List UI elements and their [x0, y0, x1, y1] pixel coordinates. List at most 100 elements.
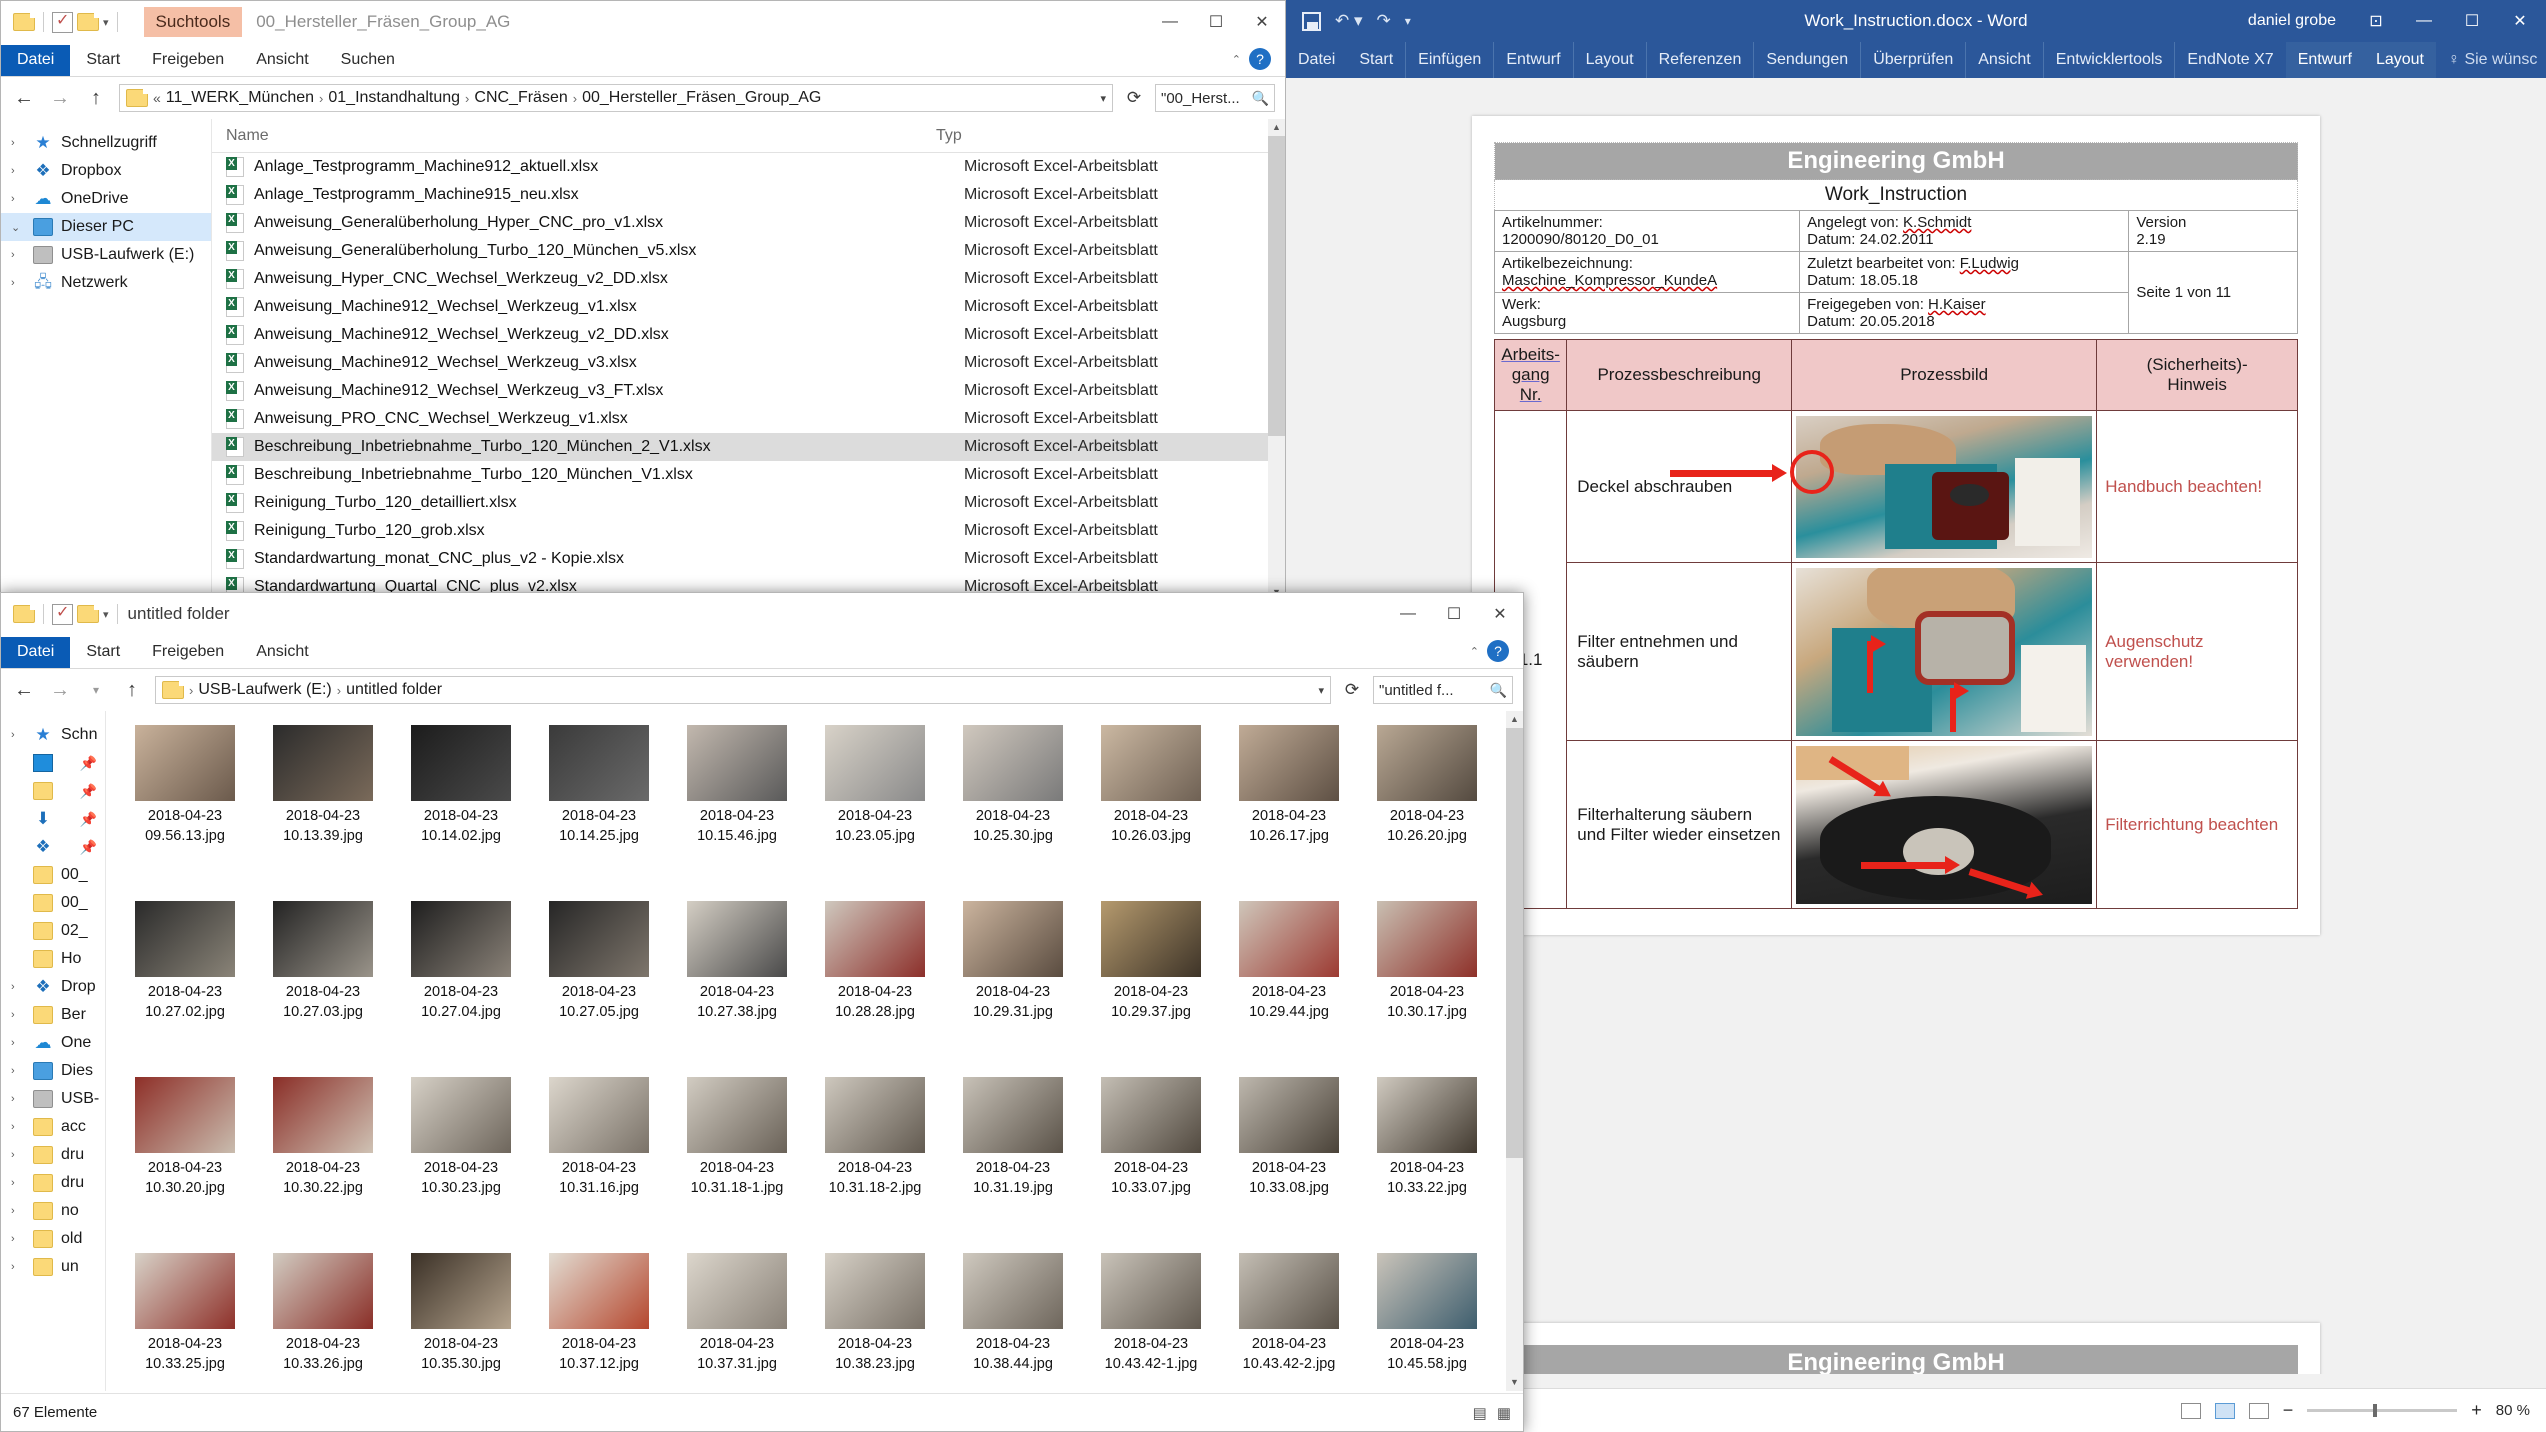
chevron-right-icon[interactable]: ›: [11, 249, 25, 261]
table-row[interactable]: Anweisung_Hyper_CNC_Wechsel_Werkzeug_v2_…: [212, 265, 1285, 293]
chevron-right-icon[interactable]: ›: [11, 1037, 25, 1049]
word-titlebar[interactable]: ↶ ▾ ↷ ▾ Work_Instruction.docx - Word dan…: [1286, 0, 2546, 42]
table-row[interactable]: Anweisung_Machine912_Wechsel_Werkzeug_v2…: [212, 321, 1285, 349]
sidebar-item-acc[interactable]: ›acc: [1, 1113, 105, 1141]
table-row[interactable]: Anweisung_Machine912_Wechsel_Werkzeug_v3…: [212, 349, 1285, 377]
sidebar-item-dropbox[interactable]: ›❖Dropbox: [1, 157, 211, 185]
process-image-cell[interactable]: [1792, 411, 2097, 563]
chevron-right-icon[interactable]: ›: [11, 165, 25, 177]
explorer1-ribbon-help[interactable]: ⌃ ?: [1232, 48, 1271, 70]
list-item[interactable]: 2018-04-2310.43.42-2.jpg: [1220, 1253, 1358, 1391]
chevron-right-icon[interactable]: ›: [11, 981, 25, 993]
list-item[interactable]: 2018-04-2310.26.03.jpg: [1082, 725, 1220, 901]
table-row[interactable]: Beschreibung_Inbetriebnahme_Turbo_120_Mü…: [212, 461, 1285, 489]
sidebar-item-pinned-2[interactable]: 📌: [1, 777, 105, 805]
explorer-window-thumbnails[interactable]: ▾ untitled folder — ☐ ✕ Datei Start Frei…: [0, 592, 1524, 1432]
pin-icon[interactable]: 📌: [80, 839, 97, 856]
list-item[interactable]: 2018-04-2310.14.02.jpg: [392, 725, 530, 901]
new-folder-icon[interactable]: [77, 13, 99, 31]
list-item[interactable]: 2018-04-2310.29.37.jpg: [1082, 901, 1220, 1077]
search-icon[interactable]: 🔍: [1252, 90, 1269, 107]
chevron-right-icon[interactable]: ⌄: [11, 221, 25, 234]
table-row[interactable]: 1.1 Deckel abschrauben: [1495, 411, 2298, 563]
table-row[interactable]: Anweisung_Machine912_Wechsel_Werkzeug_v1…: [212, 293, 1285, 321]
tab-datei[interactable]: Datei: [1, 45, 70, 76]
scroll-down-icon[interactable]: ▼: [1506, 1374, 1523, 1391]
sidebar-item-00-[interactable]: 00_: [1, 861, 105, 889]
sidebar-item-pinned-4[interactable]: ❖📌: [1, 833, 105, 861]
zoom-level[interactable]: 80 %: [2496, 1402, 2530, 1419]
breadcrumb-item-1[interactable]: untitled folder: [346, 681, 442, 699]
list-item[interactable]: 2018-04-2310.30.20.jpg: [116, 1077, 254, 1253]
chevron-right-icon[interactable]: ›: [11, 1149, 25, 1161]
undo-icon[interactable]: ↶ ▾: [1335, 11, 1363, 31]
search-tools-context-tab[interactable]: Suchtools: [144, 7, 243, 37]
sidebar-item-00-[interactable]: 00_: [1, 889, 105, 917]
explorer2-file-pane[interactable]: 2018-04-2309.56.13.jpg2018-04-2310.13.39…: [105, 711, 1523, 1391]
list-item[interactable]: 2018-04-2310.33.22.jpg: [1358, 1077, 1496, 1253]
tab-start[interactable]: Start: [70, 45, 136, 76]
minimize-button[interactable]: —: [1385, 593, 1431, 635]
file-list[interactable]: Anlage_Testprogramm_Machine912_aktuell.x…: [212, 153, 1285, 601]
list-item[interactable]: 2018-04-2310.43.42-1.jpg: [1082, 1253, 1220, 1391]
tab-layout-context[interactable]: Layout: [2364, 42, 2436, 78]
print-layout-icon[interactable]: [2215, 1403, 2235, 1419]
table-row[interactable]: Filterhalterung säubern und Filter wiede…: [1495, 741, 2298, 909]
back-button[interactable]: ←: [11, 87, 37, 110]
account-name[interactable]: daniel grobe: [2248, 12, 2336, 30]
list-item[interactable]: 2018-04-2310.13.39.jpg: [254, 725, 392, 901]
table-row[interactable]: Reinigung_Turbo_120_grob.xlsxMicrosoft E…: [212, 517, 1285, 545]
column-header-name[interactable]: Name: [212, 127, 936, 145]
sidebar-item-no[interactable]: ›no: [1, 1197, 105, 1225]
scrollbar-thumb[interactable]: [1506, 728, 1523, 1158]
chevron-right-icon[interactable]: ›: [11, 1009, 25, 1021]
breadcrumb[interactable]: › USB-Laufwerk (E:) › untitled folder ▾: [155, 676, 1331, 704]
customize-qat-icon[interactable]: ▾: [1405, 14, 1411, 28]
list-item[interactable]: 2018-04-2310.33.26.jpg: [254, 1253, 392, 1391]
checkbox-icon[interactable]: [52, 604, 73, 625]
chevron-right-icon[interactable]: ›: [11, 1233, 25, 1245]
explorer-window-primary[interactable]: ▾ Suchtools 00_Hersteller_Fräsen_Group_A…: [0, 0, 1286, 600]
list-item[interactable]: 2018-04-2310.33.08.jpg: [1220, 1077, 1358, 1253]
table-row[interactable]: Anlage_Testprogramm_Machine912_aktuell.x…: [212, 153, 1285, 181]
explorer1-file-pane[interactable]: Name Typ Anlage_Testprogramm_Machine912_…: [211, 119, 1285, 601]
chevron-right-icon[interactable]: ›: [11, 193, 25, 205]
table-row[interactable]: Reinigung_Turbo_120_detailliert.xlsxMicr…: [212, 489, 1285, 517]
tab-suchen[interactable]: Suchen: [325, 45, 411, 76]
refresh-icon[interactable]: ⟳: [1123, 88, 1145, 108]
list-item[interactable]: 2018-04-2310.28.28.jpg: [806, 901, 944, 1077]
pin-icon[interactable]: 📌: [80, 755, 97, 772]
list-item[interactable]: 2018-04-2310.25.30.jpg: [944, 725, 1082, 901]
tab-datei[interactable]: Datei: [1, 637, 70, 668]
checkbox-icon[interactable]: [52, 12, 73, 33]
chevron-right-icon[interactable]: ›: [11, 1065, 25, 1077]
chevron-right-icon[interactable]: ›: [11, 137, 25, 149]
list-item[interactable]: 2018-04-2310.14.25.jpg: [530, 725, 668, 901]
column-headers[interactable]: Name Typ: [212, 119, 1285, 153]
list-item[interactable]: 2018-04-2310.29.44.jpg: [1220, 901, 1358, 1077]
table-row[interactable]: Beschreibung_Inbetriebnahme_Turbo_120_Mü…: [212, 433, 1285, 461]
list-item[interactable]: 2018-04-2310.38.23.jpg: [806, 1253, 944, 1391]
list-item[interactable]: 2018-04-2310.30.22.jpg: [254, 1077, 392, 1253]
breadcrumb-item-2[interactable]: CNC_Fräsen: [474, 89, 567, 107]
explorer2-status-bar[interactable]: 67 Elemente ▤ ▦: [1, 1393, 1523, 1431]
ribbon-display-options-icon[interactable]: ⊡: [2354, 0, 2398, 42]
process-image-cell[interactable]: [1792, 563, 2097, 741]
read-mode-icon[interactable]: [2181, 1403, 2201, 1419]
chevron-right-icon[interactable]: ›: [11, 729, 25, 741]
refresh-icon[interactable]: ⟳: [1341, 680, 1363, 700]
tab-entwurf-context[interactable]: Entwurf: [2286, 42, 2364, 78]
help-icon[interactable]: ?: [1249, 48, 1271, 70]
document-page-2[interactable]: Engineering GmbH: [1472, 1323, 2320, 1374]
sidebar-item-usb-laufwerk-e-[interactable]: ›USB-Laufwerk (E:): [1, 241, 211, 269]
search-input[interactable]: "untitled f... 🔍: [1373, 676, 1513, 704]
list-item[interactable]: 2018-04-2310.33.25.jpg: [116, 1253, 254, 1391]
chevron-down-icon[interactable]: ▾: [103, 16, 109, 29]
explorer1-titlebar[interactable]: ▾ Suchtools 00_Hersteller_Fräsen_Group_A…: [1, 1, 1285, 43]
pin-icon[interactable]: 📌: [80, 811, 97, 828]
chevron-down-icon[interactable]: ⌃: [1470, 645, 1479, 658]
explorer2-ribbon-tabs[interactable]: Datei Start Freigeben Ansicht ⌃ ?: [1, 635, 1523, 669]
word-status-right[interactable]: − + 80 %: [2181, 1400, 2530, 1421]
tab-start[interactable]: Start: [70, 637, 136, 668]
forward-button[interactable]: →: [47, 87, 73, 110]
